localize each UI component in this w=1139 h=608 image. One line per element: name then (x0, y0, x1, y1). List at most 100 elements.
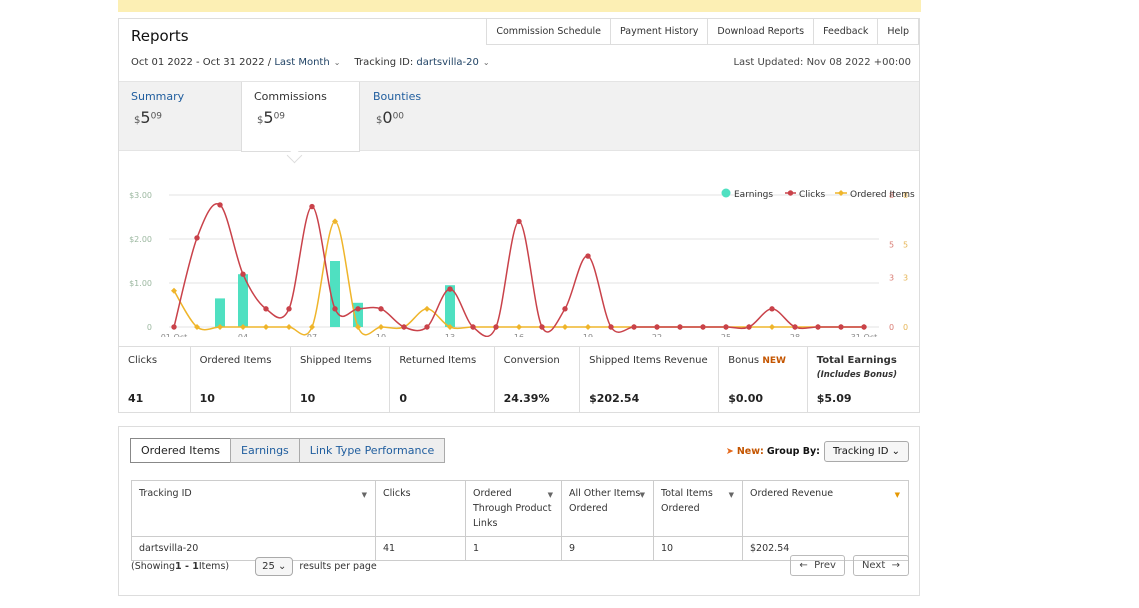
legend-clicks-marker (787, 190, 794, 196)
chevron-down-icon: ⌄ (891, 446, 900, 457)
clicks-point (401, 324, 407, 330)
sort-icon: ▼ (361, 491, 367, 499)
ordered-items-point (263, 324, 269, 330)
x-tick-label: 13 (445, 333, 455, 337)
notice-bar (118, 0, 921, 12)
clicks-point (631, 324, 637, 330)
cell-clicks: 41 (375, 536, 466, 561)
clicks-point (332, 306, 338, 312)
legend-ordered-label: Ordered Items (850, 190, 915, 200)
clicks-point (815, 324, 821, 330)
tab-link-type-performance[interactable]: Link Type Performance (298, 438, 446, 463)
tab-summary-label: Summary (131, 90, 185, 103)
x-tick-label: 04 (238, 333, 248, 337)
legend-earnings-label: Earnings (734, 190, 773, 200)
help-link[interactable]: Help (877, 19, 919, 45)
tab-earnings[interactable]: Earnings (230, 438, 300, 463)
period-dropdown[interactable]: Last Month (274, 57, 329, 68)
download-reports-link[interactable]: Download Reports (707, 19, 815, 45)
clicks-point (792, 324, 798, 330)
x-tick-label: 19 (583, 333, 593, 337)
tracking-id-dropdown[interactable]: dartsvilla-20 (416, 57, 478, 68)
clicks-point (171, 324, 177, 330)
col-total-items[interactable]: Total Items Ordered ▼ (653, 480, 743, 537)
ordered-items-point (171, 287, 177, 294)
cell-total-items: 10 (653, 536, 743, 561)
stat-returned-items: Returned Items 0 (390, 347, 495, 413)
table-header-row: Tracking ID ▼ Clicks Ordered Through Prod… (131, 480, 909, 537)
reports-card: Reports Commission Schedule Payment Hist… (118, 18, 920, 413)
x-tick-label: 25 (721, 333, 731, 337)
chevron-down-icon[interactable]: ⌄ (483, 58, 490, 67)
payment-history-link[interactable]: Payment History (609, 19, 709, 45)
ordered-items-point (562, 324, 568, 330)
group-by-label: Group By: (766, 446, 820, 457)
arrow-left-icon: ← (799, 560, 808, 571)
bounties-value: $000 (376, 108, 405, 127)
tab-summary[interactable]: Summary $509 (119, 82, 240, 150)
new-label: New: (736, 446, 764, 457)
legend-clicks-label: Clicks (799, 190, 825, 200)
y-right-tick-label: 0 (889, 323, 894, 332)
cell-all-other: 9 (561, 536, 654, 561)
ordered-items-point (585, 324, 591, 330)
sort-icon: ▼ (728, 491, 734, 499)
report-table: Tracking ID ▼ Clicks Ordered Through Prod… (131, 480, 909, 561)
cell-ordered-through: 1 (465, 536, 562, 561)
per-page-label: results per page (299, 561, 377, 572)
clicks-point (240, 271, 246, 277)
group-by-select[interactable]: Tracking ID ⌄ (823, 441, 909, 462)
commissions-chart: $3.00$2.00$1.0008530853001 Oct0407101316… (129, 188, 915, 337)
x-tick-label: 28 (790, 333, 800, 337)
table-card: Ordered Items Earnings Link Type Perform… (118, 426, 920, 596)
prev-button[interactable]: ← Prev (790, 555, 845, 576)
col-ordered-revenue[interactable]: Ordered Revenue ▼ (742, 480, 909, 537)
x-tick-label: 31 Oct (851, 333, 878, 337)
sort-icon: ▼ (639, 491, 645, 499)
clicks-point (654, 324, 660, 330)
stat-clicks: Clicks 41 (119, 347, 191, 413)
commission-schedule-link[interactable]: Commission Schedule (486, 19, 611, 45)
y-right-tick-label: 0 (903, 323, 908, 332)
group-by: ➤ New: Group By: Tracking ID ⌄ (726, 441, 909, 462)
clicks-point (217, 202, 223, 208)
filters: Oct 01 2022 - Oct 31 2022 / Last Month ⌄… (131, 57, 490, 68)
ordered-items-point (769, 324, 775, 330)
summary-tabs: Summary $509 Commissions $509 Bounties $… (119, 81, 919, 152)
tab-commissions[interactable]: Commissions $509 (241, 82, 360, 152)
tab-ordered-items[interactable]: Ordered Items (130, 438, 232, 463)
stat-shipped-items: Shipped Items 10 (291, 347, 391, 413)
x-tick-label: 01 Oct (161, 333, 188, 337)
clicks-point (838, 324, 844, 330)
y-right-tick-label: 5 (903, 241, 908, 250)
next-button[interactable]: Next → (852, 555, 909, 576)
clicks-point (493, 324, 499, 330)
y-left-tick-label: $3.00 (129, 191, 152, 200)
stat-ordered-items: Ordered Items 10 (191, 347, 291, 413)
clicks-point (286, 306, 292, 312)
sort-icon: ▼ (547, 491, 553, 499)
legend-earnings-marker (721, 188, 731, 198)
chevron-down-icon: ⌄ (278, 561, 287, 572)
x-tick-label: 10 (376, 333, 386, 337)
col-tracking-id[interactable]: Tracking ID ▼ (131, 480, 376, 537)
col-clicks[interactable]: Clicks (375, 480, 466, 537)
rocket-icon: ➤ (725, 446, 734, 457)
ordered-items-point (309, 324, 315, 330)
clicks-point (562, 306, 568, 312)
stats-row: Clicks 41 Ordered Items 10 Shipped Items 10… (119, 346, 919, 413)
per-page-select[interactable]: 25 ⌄ (255, 557, 294, 576)
clicks-point (355, 306, 361, 312)
stat-conversion: Conversion 24.39% (495, 347, 581, 413)
col-ordered-through[interactable]: Ordered Through Product Links ▼ (465, 480, 562, 537)
table-tabs: Ordered Items Earnings Link Type Perform… (130, 438, 446, 463)
clicks-point (677, 324, 683, 330)
tab-bounties[interactable]: Bounties $000 (361, 82, 481, 150)
summary-value: $509 (134, 108, 163, 127)
showing-info: (Showing 1 - 1 Items) 25 ⌄ results per p… (131, 557, 377, 576)
feedback-link[interactable]: Feedback (813, 19, 879, 45)
sort-icon: ▼ (894, 491, 900, 499)
earnings-bar (215, 298, 225, 327)
col-all-other-items[interactable]: All Other Items Ordered ▼ (561, 480, 654, 537)
chevron-down-icon[interactable]: ⌄ (334, 58, 341, 67)
